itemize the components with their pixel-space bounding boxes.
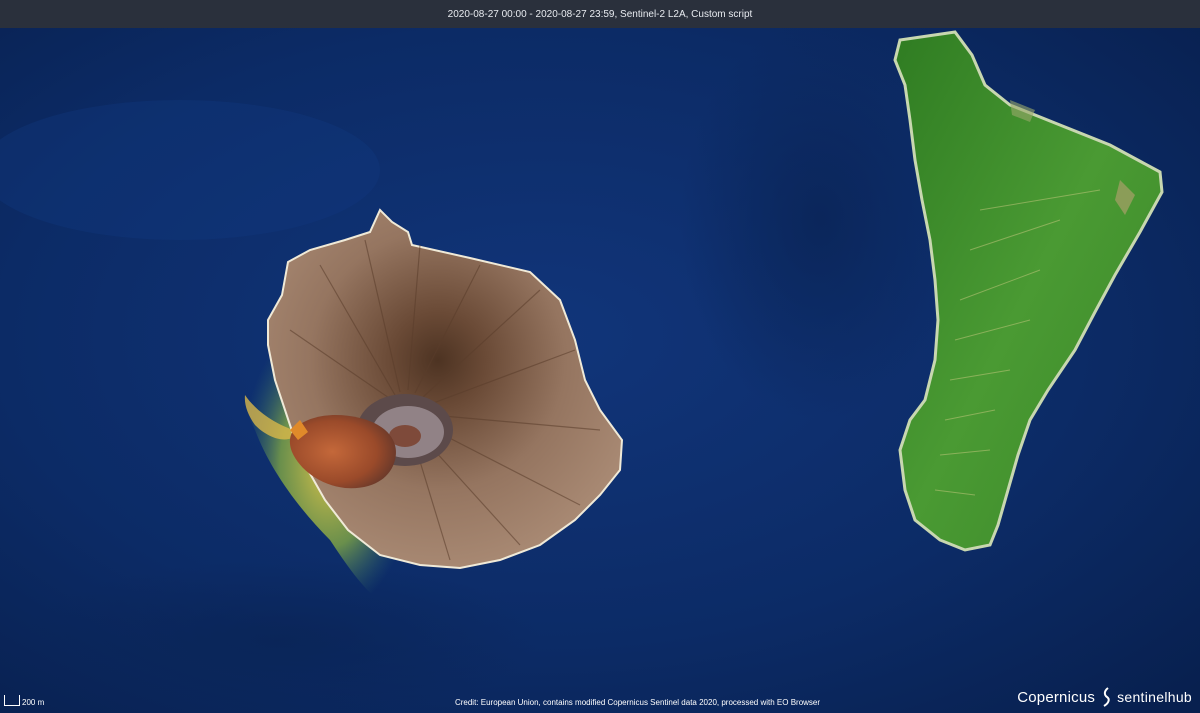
image-caption-bar: 2020-08-27 00:00 - 2020-08-27 23:59, Sen… [0, 0, 1200, 28]
logo-group: Copernicus sentinelhub [1017, 684, 1192, 710]
copernicus-logo: Copernicus [1017, 688, 1096, 706]
sentinelhub-logo-mark [1103, 687, 1110, 707]
image-caption: 2020-08-27 00:00 - 2020-08-27 23:59, Sen… [447, 8, 753, 20]
sentinelhub-logo: sentinelhub [1117, 689, 1192, 705]
satellite-image [0, 20, 1200, 713]
